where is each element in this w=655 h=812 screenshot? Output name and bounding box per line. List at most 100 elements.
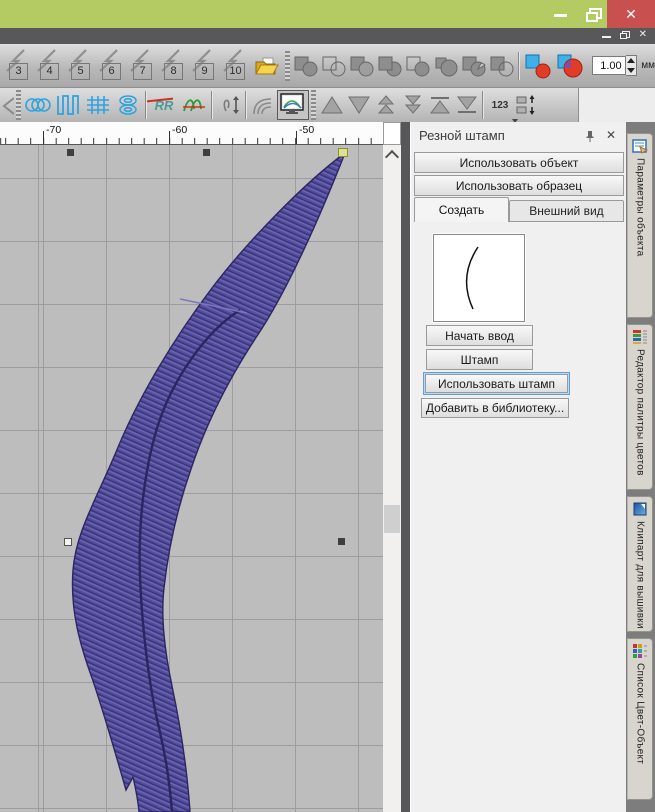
restore-icon[interactable] (586, 8, 599, 19)
remove-overlap-button[interactable]: RR (149, 91, 179, 119)
note-icon (632, 138, 648, 154)
clipped-tool-button[interactable] (0, 91, 14, 119)
circle-outline-button[interactable] (404, 46, 432, 86)
value-input[interactable]: 1.00 (592, 56, 626, 75)
use-object-button[interactable]: Использовать объект (414, 152, 624, 173)
sidetab-label: Список Цвет-Объект (635, 663, 646, 764)
hotkey-9-button[interactable]: 9 (189, 46, 220, 86)
square-front-button[interactable] (376, 46, 404, 86)
doc-restore-icon[interactable] (620, 31, 629, 39)
oval-motif-button[interactable] (113, 91, 143, 119)
move-down-layers-button[interactable] (399, 91, 426, 119)
circle-front-icon (433, 54, 459, 78)
panel-title: Резной штамп (419, 128, 505, 143)
move-backward-button[interactable] (345, 91, 372, 119)
subtract-shapes-button[interactable] (488, 46, 516, 86)
embroidery-object[interactable] (0, 145, 383, 812)
color-list-icon (632, 643, 648, 659)
hotkey-label: 8 (164, 63, 183, 80)
toolbar-grip[interactable] (311, 90, 316, 120)
use-stamp-button[interactable]: Использовать штамп (425, 374, 568, 393)
palette-icon (632, 329, 648, 345)
horizontal-ruler: -70 -60 -50 (0, 122, 383, 145)
weld-shapes-button[interactable] (292, 46, 320, 86)
entry-point-marker[interactable] (338, 148, 348, 157)
remove-crossover-button[interactable] (179, 91, 209, 119)
add-to-library-button[interactable]: Добавить в библиотеку... (421, 398, 569, 418)
stitch-sequence-button[interactable]: 123 (486, 91, 514, 119)
ruler-label: -50 (299, 124, 314, 136)
reshape-node[interactable] (203, 149, 210, 156)
toolbar-separator (482, 91, 484, 119)
tab-create[interactable]: Создать (414, 197, 509, 222)
hotkey-10-button[interactable]: 10 (220, 46, 251, 86)
stitch-length-button[interactable] (215, 91, 243, 119)
scrollbar-thumb[interactable] (384, 505, 400, 533)
move-up-layers-button[interactable] (372, 91, 399, 119)
fragment-shapes-button[interactable] (460, 46, 488, 86)
panel-close-icon[interactable]: ✕ (606, 128, 616, 142)
circle-front-button[interactable] (432, 46, 460, 86)
motif-rings-button[interactable] (23, 91, 53, 119)
panel-divider[interactable] (401, 122, 410, 812)
embroidery-canvas[interactable] (0, 145, 383, 812)
main-toolbar: 3 4 5 6 7 8 9 10 1.00 мм (0, 44, 655, 88)
tab-appearance[interactable]: Внешний вид (509, 200, 624, 222)
stamp-button[interactable]: Штамп (426, 349, 533, 370)
color-merge-button[interactable] (554, 46, 586, 86)
merge-shapes-icon (349, 54, 375, 78)
value-stepper[interactable] (626, 55, 638, 76)
triangle-up-icon (320, 95, 344, 115)
hotkey-label: 7 (133, 63, 152, 80)
move-to-front-button[interactable] (426, 91, 453, 119)
scroll-up-icon[interactable] (385, 150, 399, 164)
contour-stitch-button[interactable] (249, 91, 277, 119)
reorder-button[interactable] (514, 91, 538, 119)
merge-shapes-button[interactable] (348, 46, 376, 86)
scrollbar-corner-box[interactable] (383, 122, 401, 145)
hotkey-4-button[interactable]: 4 (34, 46, 65, 86)
fragment-shapes-icon (461, 54, 487, 78)
reorder-arrows-icon (515, 94, 537, 116)
color-overlap-button[interactable] (522, 46, 554, 86)
square-front-icon (377, 54, 403, 78)
weave-stitch-icon (85, 94, 111, 116)
vertical-scrollbar[interactable] (383, 122, 401, 812)
pin-icon[interactable] (584, 130, 596, 142)
doc-close-icon[interactable]: ✕ (639, 29, 647, 40)
sidetab-clipart[interactable]: Клипарт для вышивки (627, 496, 653, 632)
open-design-button[interactable] (251, 46, 283, 86)
step-up-icon[interactable] (627, 58, 635, 63)
close-button[interactable]: ✕ (607, 0, 655, 28)
clipart-icon (632, 501, 648, 517)
move-to-back-button[interactable] (453, 91, 480, 119)
sidetab-palette-editor[interactable]: Редактор палитры цветов (627, 324, 653, 490)
toolbar-separator (518, 52, 520, 80)
stamp-preview-box[interactable] (433, 234, 525, 322)
hotkey-6-button[interactable]: 6 (96, 46, 127, 86)
sidetab-object-properties[interactable]: Параметры объекта (627, 133, 653, 318)
hotkey-7-button[interactable]: 7 (127, 46, 158, 86)
doc-minimize-icon[interactable] (602, 36, 611, 38)
weave-stitch-button[interactable] (83, 91, 113, 119)
toolbar-grip[interactable] (285, 51, 290, 81)
reshape-node-selected[interactable] (64, 538, 72, 546)
screen-preview-button[interactable] (277, 90, 309, 120)
hotkey-5-button[interactable]: 5 (65, 46, 96, 86)
move-forward-button[interactable] (318, 91, 345, 119)
intersect-shapes-button[interactable] (320, 46, 348, 86)
toolbar-grip[interactable] (16, 90, 21, 120)
minimize-icon[interactable] (554, 14, 567, 17)
start-input-button[interactable]: Начать ввод (426, 325, 533, 346)
hotkey-label: 10 (226, 63, 245, 80)
hotkey-label: 4 (40, 63, 59, 80)
reshape-node[interactable] (338, 538, 345, 545)
hotkey-3-button[interactable]: 3 (3, 46, 34, 86)
reshape-node[interactable] (67, 149, 74, 156)
use-sample-button[interactable]: Использовать образец (414, 175, 624, 196)
sidetab-color-object-list[interactable]: Список Цвет-Объект (627, 638, 653, 800)
step-down-icon[interactable] (627, 68, 635, 73)
hotkey-8-button[interactable]: 8 (158, 46, 189, 86)
column-stitch-button[interactable] (53, 91, 83, 119)
secondary-toolbar-area: RR 123 (0, 88, 655, 122)
